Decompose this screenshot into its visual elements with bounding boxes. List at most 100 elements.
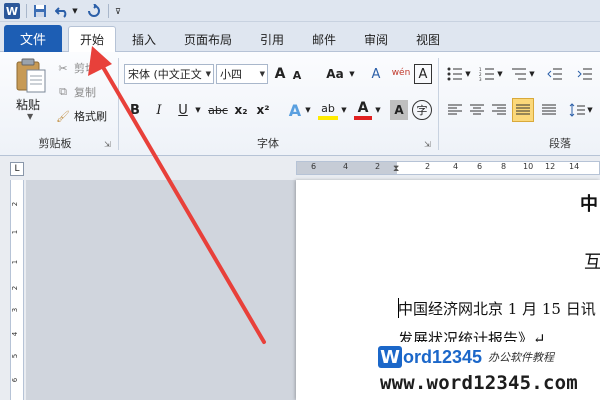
format-painter-button[interactable]: 格式刷 xyxy=(74,108,107,124)
chevron-down-icon[interactable]: ▼ xyxy=(528,68,536,80)
highlight-button[interactable]: ab xyxy=(318,100,338,120)
save-icon[interactable] xyxy=(32,2,48,20)
watermark-logo: W ord12345 办公软件教程 xyxy=(378,346,554,368)
strikethrough-button[interactable]: abc xyxy=(206,100,230,120)
bold-button[interactable]: B xyxy=(126,100,144,120)
ruler-tick: 6 xyxy=(311,162,317,171)
bullets-icon[interactable] xyxy=(446,64,464,84)
separator xyxy=(108,4,109,18)
text-effects-button[interactable]: A xyxy=(286,100,304,120)
tab-insert[interactable]: 插入 xyxy=(124,27,164,52)
ruler-tick: 2 xyxy=(11,201,20,207)
chevron-down-icon: ▼ xyxy=(205,70,211,78)
copy-icon[interactable]: ⧉ xyxy=(56,84,70,100)
line-spacing-icon[interactable] xyxy=(568,100,586,120)
align-center-icon[interactable] xyxy=(468,100,486,120)
clipboard-group-label: 剪贴板 xyxy=(38,137,72,150)
customize-icon[interactable]: ⊽ xyxy=(112,2,124,20)
horizontal-ruler[interactable]: 6 4 2 2 4 6 8 10 12 14 ⧗ xyxy=(296,161,600,175)
align-left-icon[interactable] xyxy=(446,100,464,120)
decrease-indent-icon[interactable] xyxy=(546,64,564,84)
font-size-select[interactable]: 小四 ▼ xyxy=(216,64,268,84)
phonetic-guide-button[interactable]: wén xyxy=(390,62,412,84)
tab-selector[interactable]: L xyxy=(10,162,24,176)
char-border-button[interactable]: A xyxy=(414,64,432,84)
change-case-button[interactable]: Aa xyxy=(324,64,346,84)
ruler-tick: 1 xyxy=(11,229,20,235)
clipboard-launcher-icon[interactable]: ⇲ xyxy=(104,140,111,149)
ruler-tick: 4 xyxy=(343,162,349,171)
tab-page-layout[interactable]: 页面布局 xyxy=(176,27,240,52)
grow-font-button[interactable]: A xyxy=(272,64,288,84)
paste-icon[interactable] xyxy=(14,58,48,94)
ruler-tick: 8 xyxy=(501,162,507,171)
font-launcher-icon[interactable]: ⇲ xyxy=(424,140,431,149)
chevron-down-icon[interactable]: ▼ xyxy=(340,104,348,116)
tab-references[interactable]: 引用 xyxy=(252,27,292,52)
clear-format-button[interactable]: A xyxy=(366,64,386,84)
chevron-down-icon[interactable]: ▼ xyxy=(304,104,312,116)
group-separator xyxy=(118,58,119,150)
undo-dropdown-icon[interactable]: ▼ xyxy=(70,2,80,20)
tab-mailings[interactable]: 邮件 xyxy=(304,27,344,52)
chevron-down-icon[interactable]: ▼ xyxy=(464,68,472,80)
multilevel-list-icon[interactable] xyxy=(510,64,528,84)
tab-review[interactable]: 审阅 xyxy=(356,27,396,52)
paste-dropdown-icon[interactable]: ▼ xyxy=(27,112,33,121)
ruler-bar: L 6 4 2 2 4 6 8 10 12 14 ⧗ xyxy=(0,157,600,179)
ruler-tick: 6 xyxy=(477,162,483,171)
ruler-tick: 10 xyxy=(523,162,534,171)
ruler-tick: 2 xyxy=(11,285,20,291)
chevron-down-icon[interactable]: ▼ xyxy=(194,104,202,116)
font-color-button[interactable]: A xyxy=(354,100,372,120)
chevron-down-icon[interactable]: ▼ xyxy=(586,104,594,116)
watermark-tagline: 办公软件教程 xyxy=(488,351,555,364)
chevron-down-icon[interactable]: ▼ xyxy=(348,68,356,80)
heading-fragment: 中 xyxy=(580,194,598,215)
font-size-value: 小四 xyxy=(220,68,242,81)
svg-text:3: 3 xyxy=(479,77,482,81)
vertical-ruler[interactable]: 2 1 1 2 3 4 5 6 xyxy=(10,180,24,400)
italic-button[interactable]: I xyxy=(150,100,168,120)
separator xyxy=(26,4,27,18)
ruler-tick: 12 xyxy=(545,162,556,171)
ruler-tick: 6 xyxy=(11,377,20,383)
ruler-tick: 1 xyxy=(11,259,20,265)
align-right-icon[interactable] xyxy=(490,100,508,120)
distributed-icon[interactable] xyxy=(540,100,558,120)
ruler-tick: 2 xyxy=(375,162,381,171)
tab-view[interactable]: 视图 xyxy=(408,27,448,52)
cut-button[interactable]: 剪切 xyxy=(74,60,96,76)
paragraph-group-label: 段落 xyxy=(549,137,571,150)
ruler-tick: 4 xyxy=(453,162,459,171)
underline-button[interactable]: U xyxy=(174,100,192,120)
undo-icon[interactable] xyxy=(54,2,70,20)
chevron-down-icon[interactable]: ▼ xyxy=(374,104,382,116)
font-name-select[interactable]: 宋体 (中文正文 ▼ xyxy=(124,64,214,84)
redo-icon[interactable] xyxy=(86,2,102,20)
quick-access-toolbar: W ▼ ⊽ xyxy=(0,0,600,22)
increase-indent-icon[interactable] xyxy=(576,64,594,84)
shrink-font-button[interactable]: A xyxy=(290,66,304,84)
tab-file[interactable]: 文件 xyxy=(4,25,62,52)
format-painter-icon[interactable]: 🖌 xyxy=(56,108,70,124)
numbering-icon[interactable]: 123 xyxy=(478,64,496,84)
word-logo-icon[interactable]: W xyxy=(4,3,20,19)
copy-button[interactable]: 复制 xyxy=(74,84,96,100)
scissors-icon[interactable]: ✂ xyxy=(56,60,70,76)
tab-home[interactable]: 开始 xyxy=(68,26,116,52)
paste-button[interactable]: 粘贴 xyxy=(16,96,40,113)
subscript-button[interactable]: x₂ xyxy=(232,100,250,120)
justify-icon[interactable] xyxy=(512,98,534,122)
font-name-value: 宋体 (中文正文 xyxy=(128,68,202,81)
ruler-tick: 3 xyxy=(11,307,20,313)
watermark-brand: ord12345 xyxy=(403,346,483,367)
enclose-char-button[interactable]: 字 xyxy=(412,100,432,120)
superscript-button[interactable]: x² xyxy=(254,100,272,120)
char-shading-button[interactable]: A xyxy=(390,100,408,120)
indent-marker-icon[interactable]: ⧗ xyxy=(393,164,399,174)
subheading-fragment: 互 xyxy=(584,252,600,273)
chevron-down-icon[interactable]: ▼ xyxy=(496,68,504,80)
ruler-tick: 4 xyxy=(11,331,20,337)
ruler-tick: 14 xyxy=(569,162,580,171)
